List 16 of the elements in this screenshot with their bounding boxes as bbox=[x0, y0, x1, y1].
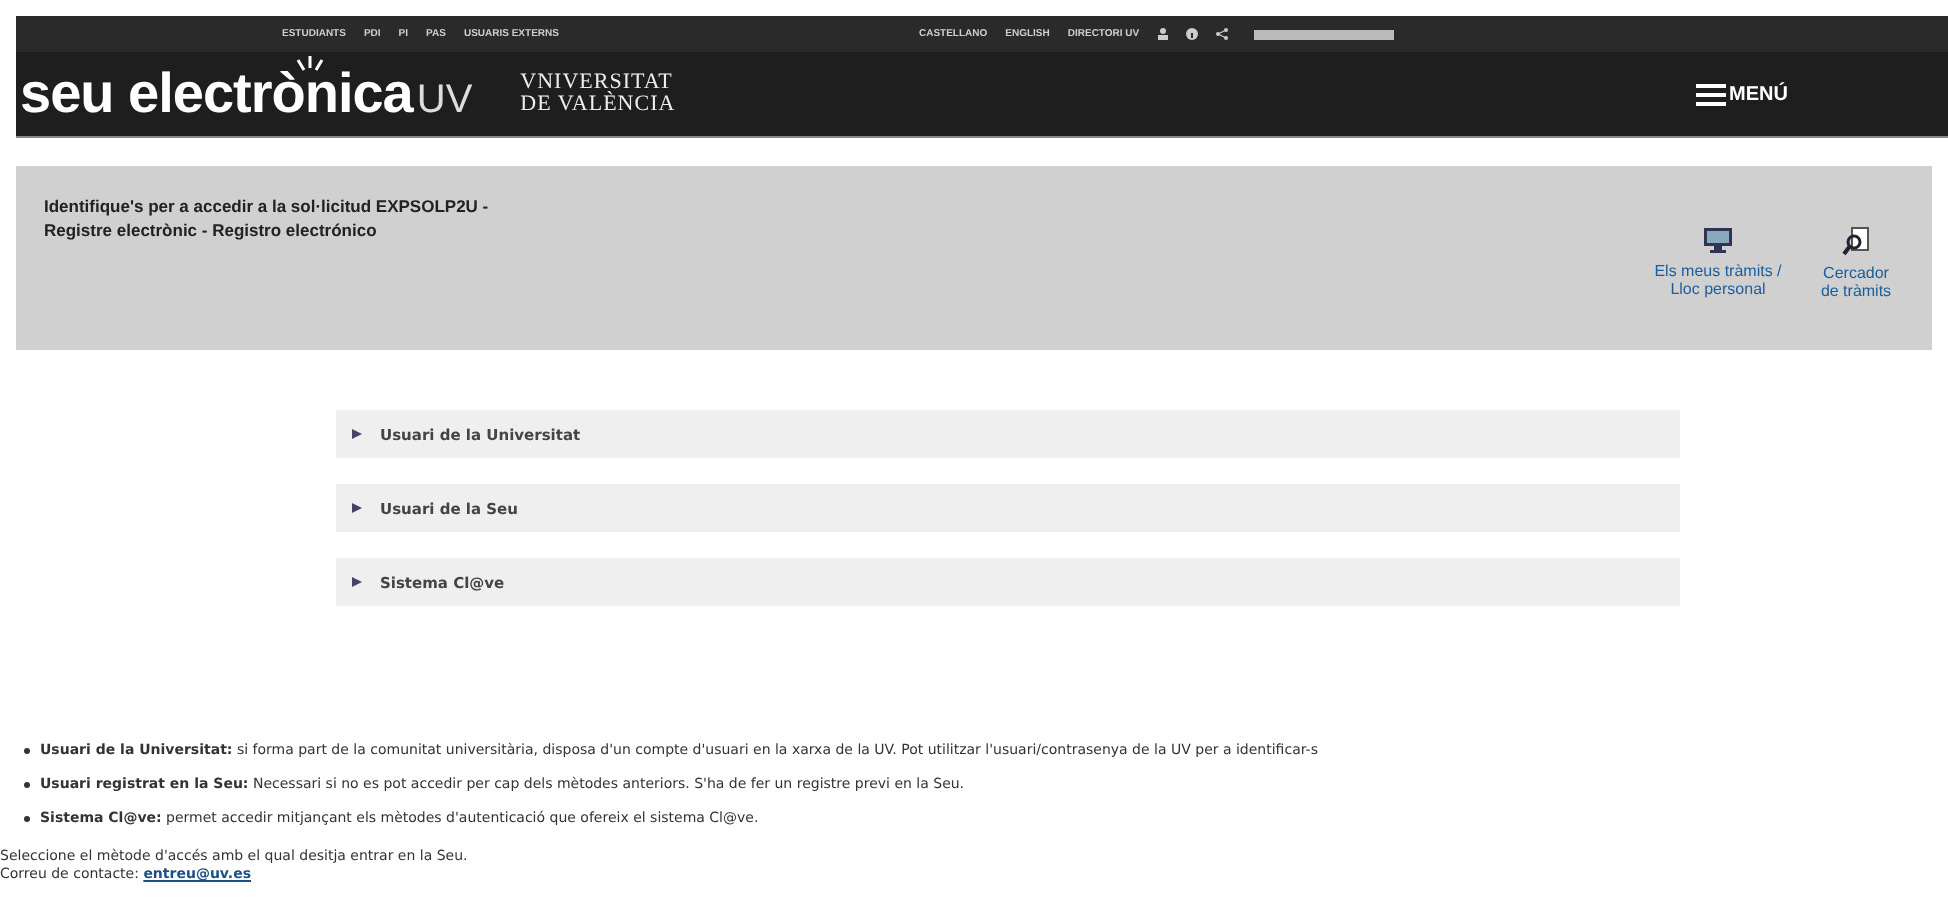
share-icon[interactable] bbox=[1215, 28, 1228, 40]
caret-icon bbox=[352, 428, 362, 440]
user-icon[interactable] bbox=[1157, 28, 1168, 40]
caret-icon bbox=[352, 576, 362, 588]
menu-button[interactable]: MENÚ bbox=[1695, 83, 1788, 105]
panel-title: Identifique's per a accedir a la sol·licitud EXPSOLP2U - Registre electrònic - Registro electrónico bbox=[44, 194, 491, 244]
site-logo[interactable]: seu electrònicaUV bbox=[20, 62, 473, 126]
search-icon bbox=[1842, 226, 1870, 256]
caret-icon bbox=[352, 502, 362, 514]
monitor-icon bbox=[1702, 226, 1734, 254]
shortcut-link[interactable]: Cercador de tràmits bbox=[1812, 226, 1900, 300]
search-field[interactable] bbox=[1253, 29, 1394, 39]
university-logo[interactable]: VNIVERSITAT DE VALÈNCIA bbox=[520, 72, 676, 116]
menu-icon[interactable] bbox=[1695, 83, 1726, 105]
info-icon[interactable] bbox=[1185, 28, 1198, 40]
shortcut-link[interactable]: Els meus tràmits / Lloc personal bbox=[1648, 226, 1788, 298]
